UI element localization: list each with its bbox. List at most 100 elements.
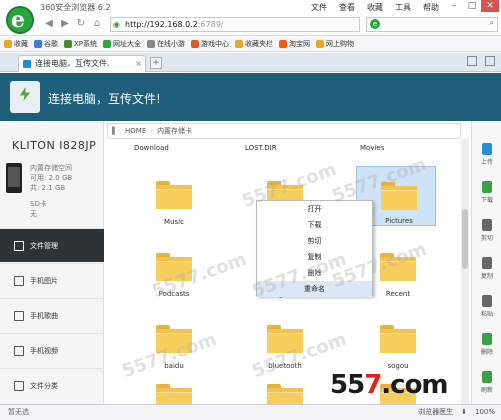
action-cut-button[interactable]: 剪切 bbox=[472, 213, 501, 251]
folder-front bbox=[156, 189, 192, 209]
folder-item[interactable] bbox=[132, 369, 212, 404]
tab-label: 连接电脑，互传文件. bbox=[35, 59, 110, 68]
sidebar-item-label: 手机歌曲 bbox=[30, 312, 58, 320]
folder-icon bbox=[156, 181, 192, 209]
favorite-item[interactable]: 收藏夹栏 bbox=[235, 39, 273, 49]
sidebar-item[interactable]: 手机歌曲 bbox=[0, 298, 104, 332]
favorite-label: 淘宝网 bbox=[289, 39, 311, 48]
folder-icon bbox=[156, 384, 192, 404]
favorite-label: 在线小游 bbox=[157, 39, 186, 48]
favorite-item[interactable]: 谷歌 bbox=[34, 39, 58, 49]
search-input[interactable]: e ⌕ bbox=[366, 17, 498, 32]
favorite-icon bbox=[103, 39, 112, 48]
folder-label[interactable]: Movies bbox=[360, 144, 384, 152]
context-menu-item[interactable]: 重命名 bbox=[257, 281, 372, 297]
download-status-icon[interactable]: ⬇ bbox=[461, 405, 467, 420]
action-download-button[interactable]: 下载 bbox=[472, 175, 501, 213]
favorite-item[interactable]: 收藏 bbox=[4, 39, 28, 49]
action-paste-button[interactable]: 粘贴 bbox=[472, 289, 501, 327]
favorite-item[interactable]: 网上购物 bbox=[316, 39, 354, 49]
menu-file[interactable]: 文件 bbox=[311, 2, 327, 13]
breadcrumb-home[interactable]: HOME bbox=[125, 127, 146, 135]
tab-active[interactable]: 连接电脑，互传文件. × bbox=[18, 55, 146, 72]
sidebar-item[interactable]: 手机视频 bbox=[0, 333, 104, 367]
context-menu-item[interactable]: 打开 bbox=[257, 201, 372, 217]
address-bar: ◀ ▶ ↻ ⌂ ◉ http://192.168.0.2:6789/ e ⌕ bbox=[0, 14, 501, 34]
breadcrumb-back-icon[interactable]: ▌ bbox=[112, 124, 117, 138]
refresh-icon[interactable]: ↻ bbox=[74, 17, 88, 31]
action-label: 刷新 bbox=[480, 387, 493, 394]
favorite-icon bbox=[34, 39, 42, 48]
sidebar: KLITON I828JP 内置存储空间 可用: 2.0 GB 共: 2.1 G… bbox=[0, 121, 104, 408]
favorite-icon bbox=[235, 39, 244, 48]
folder-item[interactable] bbox=[243, 369, 323, 404]
folder-icon bbox=[380, 253, 416, 281]
music-icon bbox=[14, 311, 24, 321]
delete-icon bbox=[482, 333, 492, 345]
favorite-icon bbox=[4, 39, 12, 48]
context-menu-item[interactable]: 删除 bbox=[257, 265, 372, 281]
favorite-item[interactable]: 在线小游 bbox=[147, 39, 185, 49]
action-upload-button[interactable]: 上传 bbox=[472, 137, 501, 175]
context-menu-item[interactable]: 下载 bbox=[257, 217, 372, 233]
folder-icon bbox=[267, 325, 303, 353]
menu-favorites[interactable]: 收藏 bbox=[367, 2, 383, 13]
menu-tools[interactable]: 工具 bbox=[395, 2, 411, 13]
search-engine-icon[interactable]: e bbox=[370, 19, 380, 29]
favorite-label: 网址大全 bbox=[113, 39, 142, 48]
tab-controls bbox=[467, 56, 495, 66]
scrollbar[interactable] bbox=[461, 139, 469, 404]
zoom-level[interactable]: 100% bbox=[475, 405, 495, 420]
forward-icon[interactable]: ▶ bbox=[58, 17, 72, 31]
sd-value: 无 bbox=[30, 210, 37, 218]
search-icon[interactable]: ⌕ bbox=[489, 18, 494, 28]
tab-close-icon[interactable]: × bbox=[135, 56, 142, 72]
back-icon[interactable]: ◀ bbox=[42, 17, 56, 31]
maximize-icon[interactable]: □ bbox=[463, 0, 481, 12]
close-icon[interactable]: ✕ bbox=[481, 0, 499, 12]
url-input[interactable]: ◉ http://192.168.0.2:6789/ bbox=[110, 17, 360, 32]
tab-list-icon[interactable] bbox=[485, 56, 495, 66]
sd-label: SD卡 bbox=[30, 200, 47, 208]
sidebar-item[interactable]: 文件管理 bbox=[0, 228, 104, 262]
home-icon[interactable]: ⌂ bbox=[90, 17, 104, 31]
menu-view[interactable]: 查看 bbox=[339, 2, 355, 13]
sidebar-item[interactable]: 文件分类 bbox=[0, 368, 104, 402]
sidebar-item[interactable]: 手机图片 bbox=[0, 263, 104, 297]
favorite-label: 游戏中心 bbox=[201, 39, 230, 48]
folder-item[interactable]: sogou bbox=[356, 310, 436, 370]
favorite-item[interactable]: XP系统 bbox=[64, 39, 97, 49]
action-label: 复制 bbox=[480, 273, 493, 280]
video-icon bbox=[14, 346, 24, 356]
storage-available: 可用: 2.0 GB bbox=[30, 174, 73, 182]
context-menu-item[interactable]: 复制 bbox=[257, 249, 372, 265]
scrollbar-thumb[interactable] bbox=[462, 209, 468, 269]
new-tab-button[interactable]: + bbox=[150, 57, 162, 69]
folder-label[interactable]: Download bbox=[134, 144, 169, 152]
favorite-item[interactable]: 淘宝网 bbox=[279, 39, 310, 49]
folder-label[interactable]: LOST.DIR bbox=[245, 144, 277, 152]
folder-item[interactable]: bluetooth bbox=[243, 310, 323, 370]
action-label: 粘贴 bbox=[480, 311, 493, 318]
browser-doctor[interactable]: 浏览器医生 bbox=[418, 405, 453, 420]
sidebar-item-label: 手机图片 bbox=[30, 277, 58, 285]
folder-item[interactable]: Podcasts bbox=[132, 238, 212, 298]
action-refresh-button[interactable]: 刷新 bbox=[472, 365, 501, 403]
restore-icon[interactable] bbox=[467, 56, 477, 66]
favorite-item[interactable]: 游戏中心 bbox=[191, 39, 229, 49]
action-delete-button[interactable]: 删除 bbox=[472, 327, 501, 365]
watermark-logo: 557.com bbox=[330, 370, 449, 400]
menu-help[interactable]: 帮助 bbox=[423, 2, 439, 13]
folder-icon bbox=[156, 325, 192, 353]
minimize-icon[interactable]: – bbox=[445, 0, 463, 12]
folder-item[interactable]: Music bbox=[132, 166, 212, 226]
breadcrumb-current[interactable]: 内置存储卡 bbox=[157, 127, 192, 135]
context-menu-item[interactable]: 剪切 bbox=[257, 233, 372, 249]
folder-item[interactable]: baidu bbox=[132, 310, 212, 370]
favorite-icon bbox=[316, 39, 325, 48]
favorites-bar: 收藏 谷歌 XP系统 网址大全 在线小游 游戏中心 收藏夹栏 淘宝网 网上购物 bbox=[0, 35, 501, 52]
browser-title: 360安全浏览器 6.2 bbox=[40, 3, 111, 12]
favorite-item[interactable]: 网址大全 bbox=[103, 39, 141, 49]
action-copy-button[interactable]: 复制 bbox=[472, 251, 501, 289]
tab-bar: 连接电脑，互传文件. × + bbox=[0, 53, 501, 72]
